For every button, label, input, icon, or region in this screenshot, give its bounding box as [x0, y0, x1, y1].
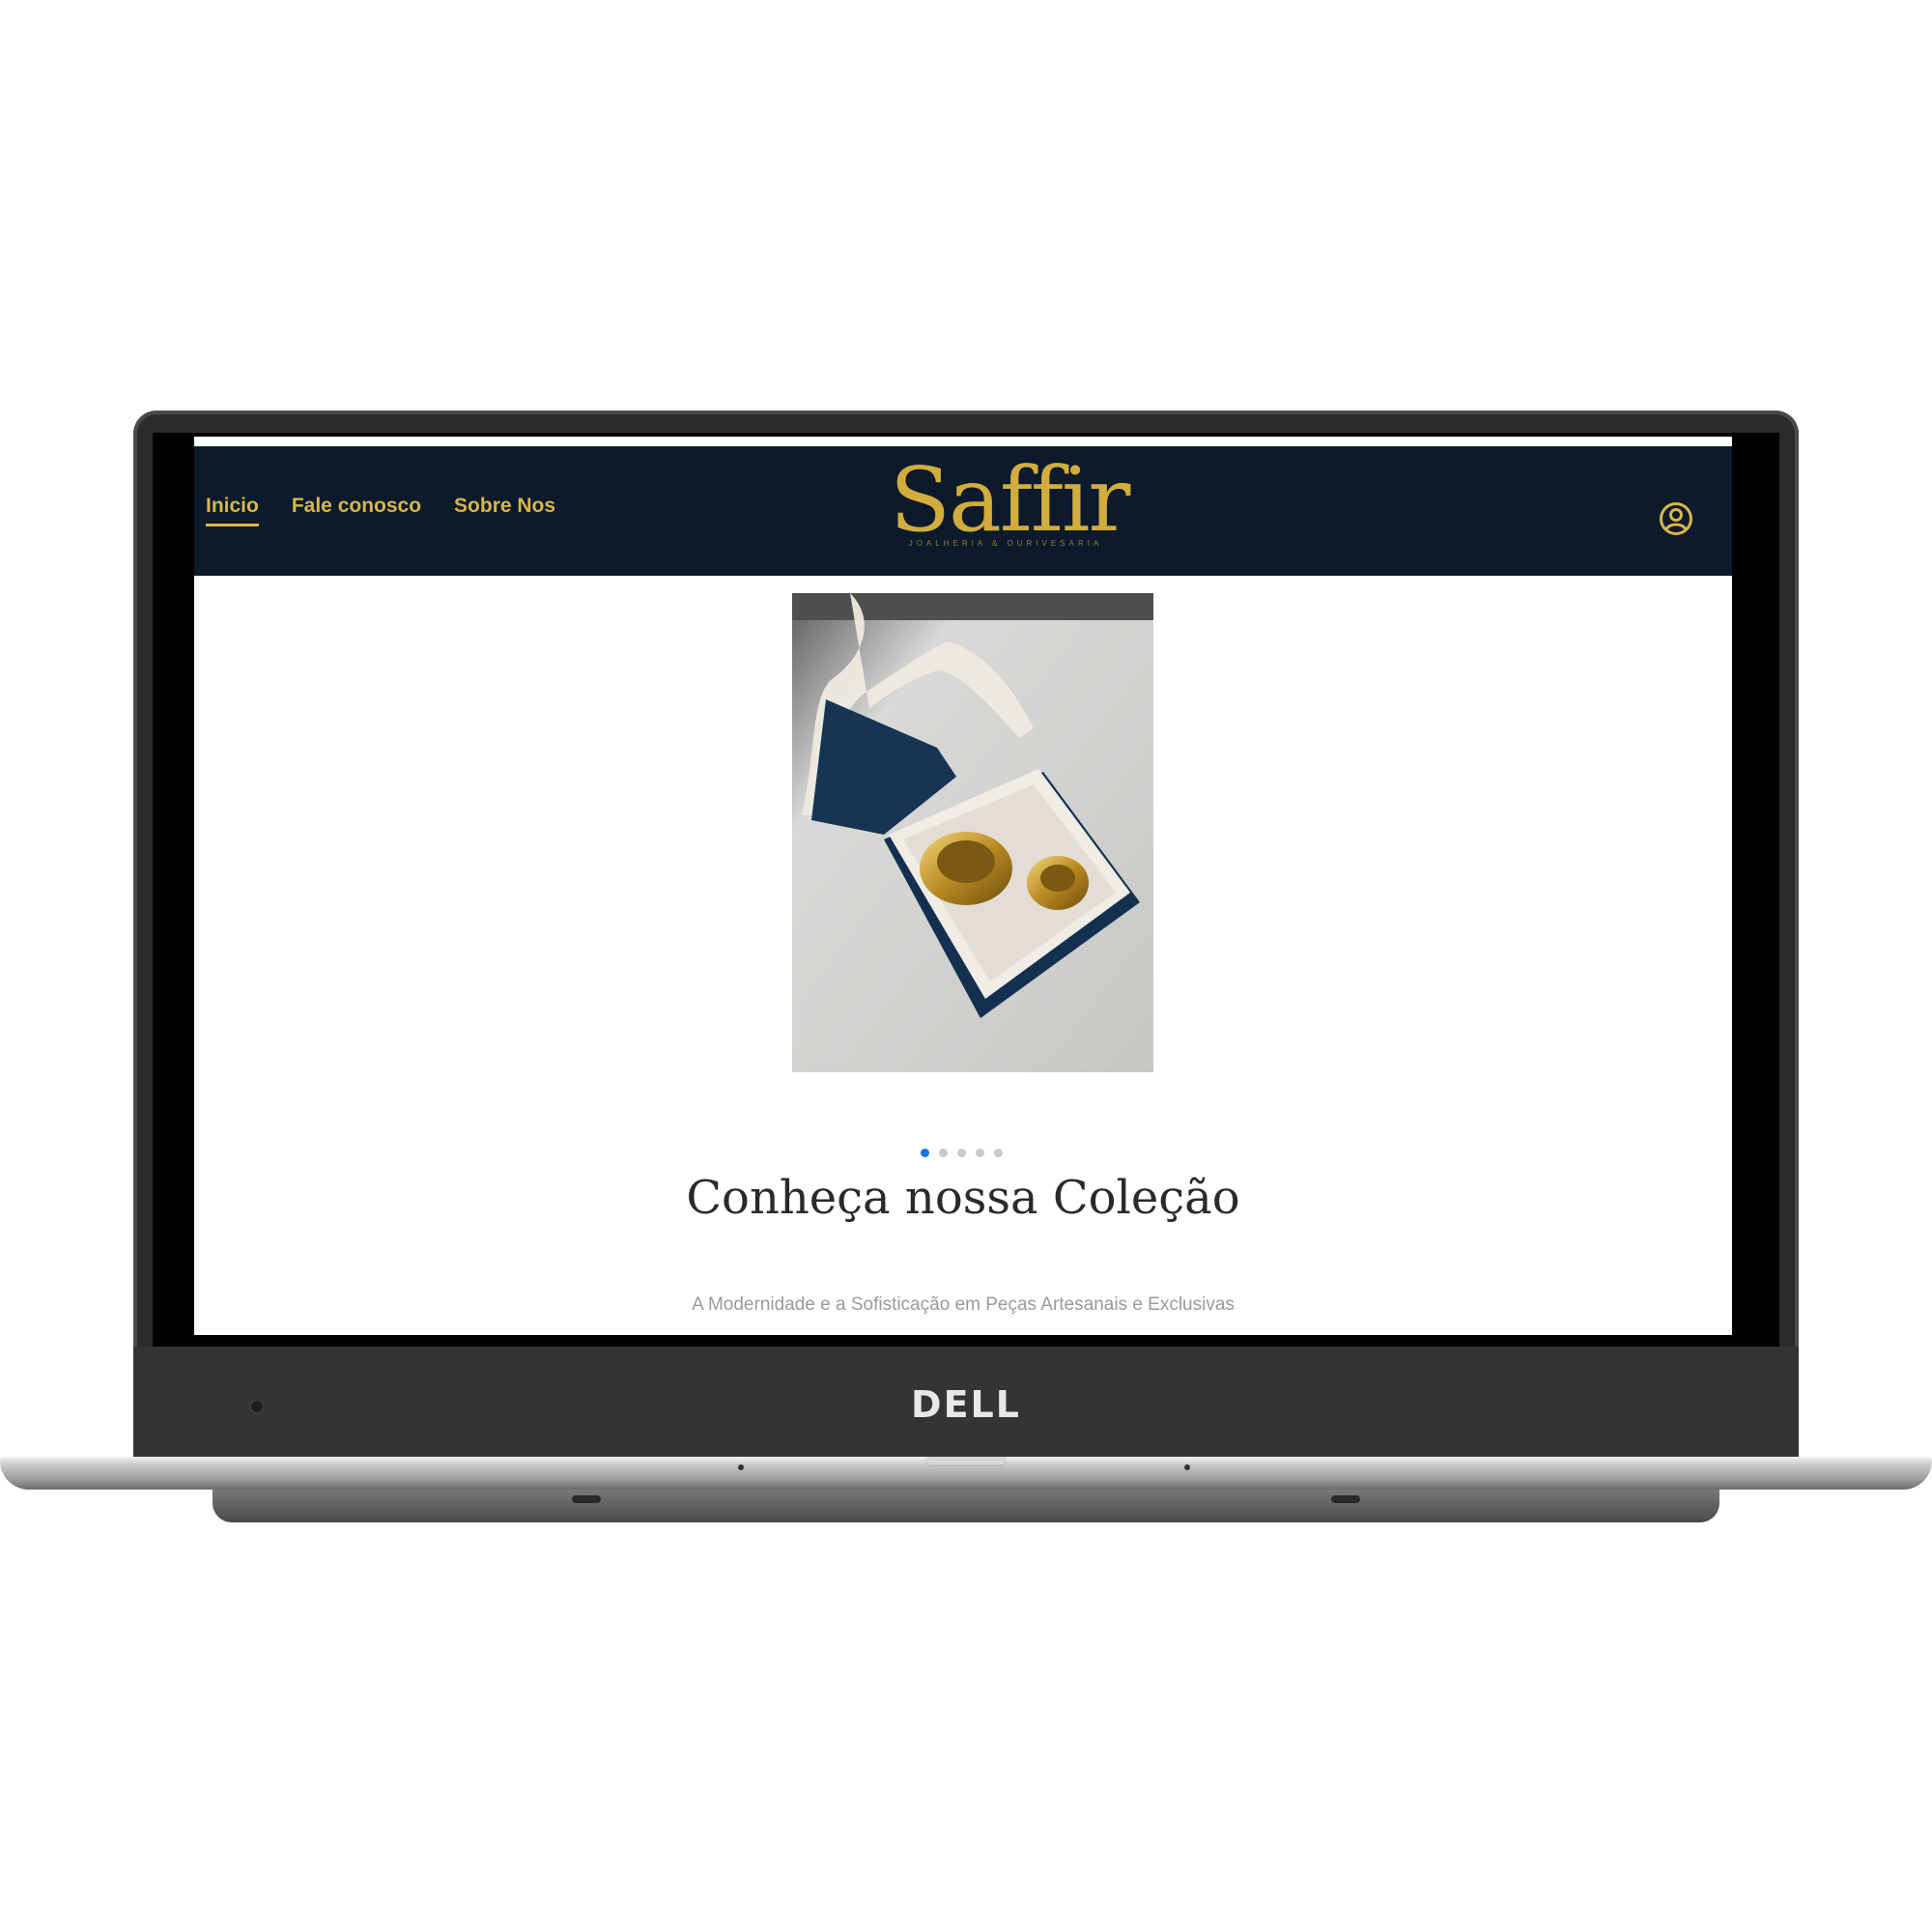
carousel-dot-2[interactable]: [939, 1149, 948, 1157]
user-account-button[interactable]: [1659, 501, 1693, 536]
hinge-dot: [738, 1464, 744, 1470]
lid-notch: [925, 1457, 1007, 1466]
carousel-dot-1[interactable]: [921, 1149, 929, 1157]
product-photo: [792, 593, 1153, 1072]
nav-link-inicio[interactable]: Inicio: [206, 495, 259, 526]
logo-tagline: JOALHERIA & OURIVESARIA: [908, 539, 1103, 548]
user-circle-icon: [1660, 502, 1692, 535]
carousel-dot-3[interactable]: [957, 1149, 966, 1157]
laptop-base-bottom: [213, 1488, 1719, 1522]
hero-carousel-image[interactable]: [792, 593, 1153, 1072]
carousel-indicators: [921, 1149, 1003, 1157]
collection-title: Conheça nossa Coleção: [686, 1171, 1240, 1225]
carousel-dot-4[interactable]: [976, 1149, 984, 1157]
carousel-dot-5[interactable]: [994, 1149, 1003, 1157]
nav-link-fale-conosco[interactable]: Fale conosco: [292, 495, 421, 526]
nav-links: Inicio Fale conosco Sobre Nos: [206, 495, 555, 526]
dell-logo: DELL: [911, 1383, 1021, 1426]
site-navbar: Inicio Fale conosco Sobre Nos Saffir JOA…: [194, 446, 1732, 576]
nav-link-sobre-nos[interactable]: Sobre Nos: [454, 495, 555, 526]
hinge-dot: [1184, 1464, 1190, 1470]
site-logo[interactable]: Saffir JOALHERIA & OURIVESARIA: [890, 448, 1130, 572]
collection-subtitle: A Modernidade e a Sofisticação em Peças …: [692, 1294, 1235, 1315]
laptop-foot: [1331, 1495, 1360, 1503]
logo-wordmark: Saffir: [890, 448, 1130, 552]
webcam-icon: [249, 1399, 265, 1414]
laptop-foot: [572, 1495, 601, 1503]
browser-viewport: Inicio Fale conosco Sobre Nos Saffir JOA…: [194, 437, 1732, 1335]
